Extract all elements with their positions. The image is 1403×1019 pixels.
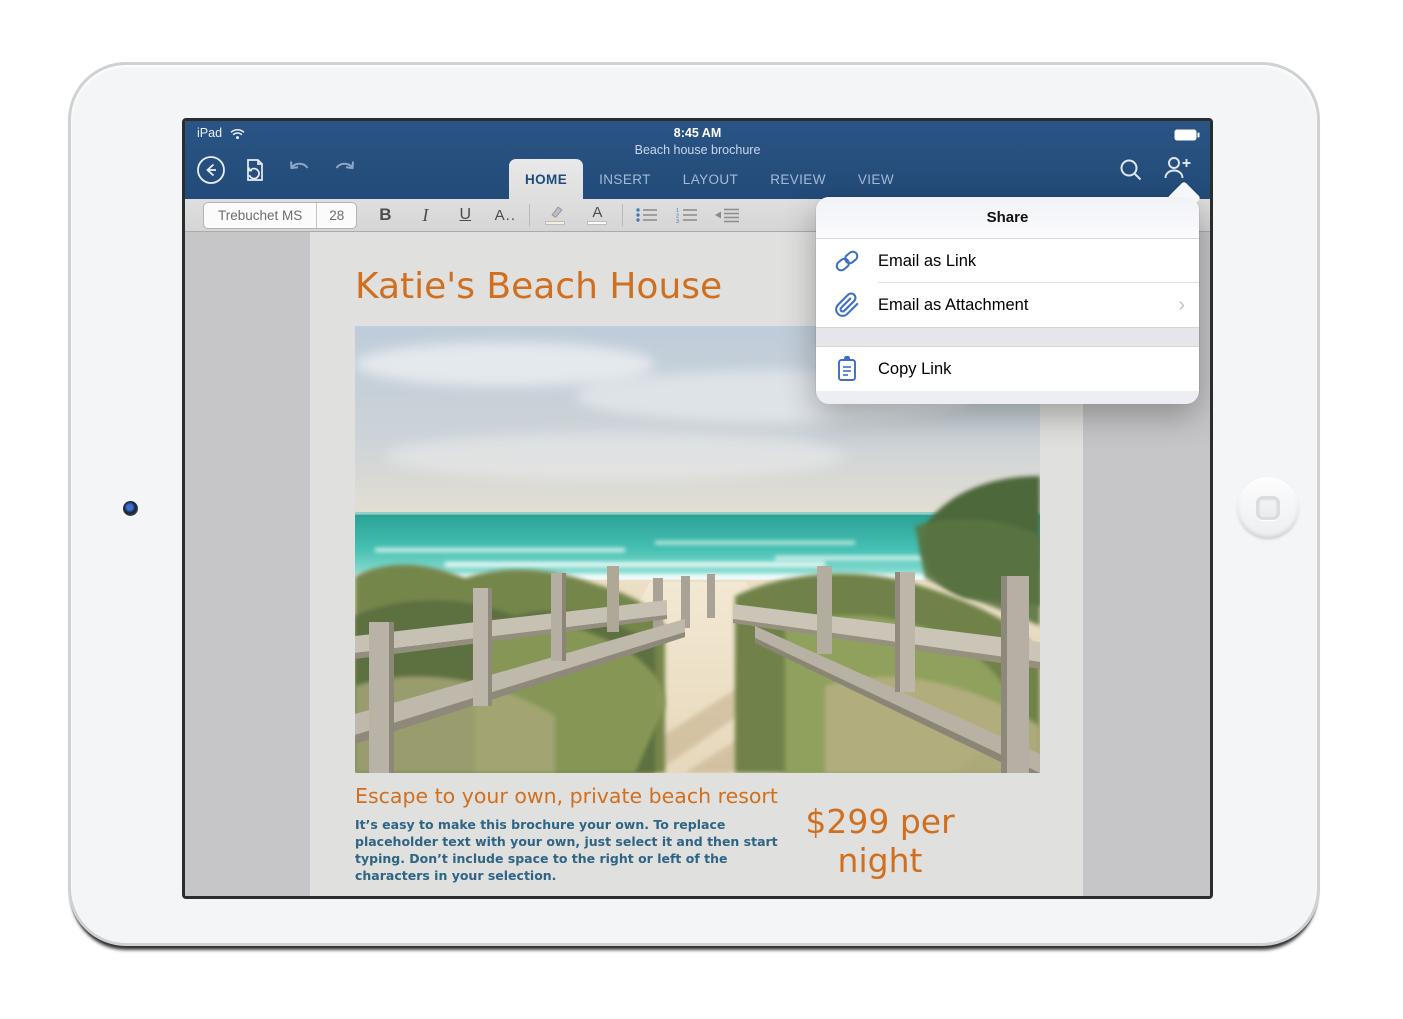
italic-button[interactable]: I (405, 202, 445, 229)
redo-button[interactable] (329, 154, 361, 186)
font-size-value[interactable]: 28 (316, 203, 356, 228)
clock: 8:45 AM (185, 126, 1210, 140)
tab-view[interactable]: VIEW (842, 159, 910, 199)
bullet-list-button[interactable] (627, 202, 667, 229)
tab-home[interactable]: HOME (509, 159, 583, 199)
font-picker[interactable]: Trebuchet MS 28 (203, 202, 357, 229)
tab-layout[interactable]: LAYOUT (667, 159, 754, 199)
highlighter-icon (545, 205, 565, 220)
share-popover: Share Email as Link Email as Attachment … (816, 197, 1199, 403)
highlight-color-swatch (545, 221, 565, 225)
menu-item-label: Email as Link (878, 252, 976, 271)
back-button[interactable] (195, 154, 227, 186)
svg-text:3: 3 (676, 219, 679, 224)
highlighter-button[interactable] (534, 202, 576, 229)
menu-item-label: Email as Attachment (878, 296, 1028, 315)
search-icon[interactable] (1115, 154, 1147, 186)
menu-item-email-as-attachment[interactable]: Email as Attachment › (816, 283, 1199, 327)
popover-footer (816, 391, 1199, 404)
tab-insert[interactable]: INSERT (583, 159, 667, 199)
tab-review[interactable]: REVIEW (754, 159, 842, 199)
toolbar-divider (622, 204, 623, 226)
link-icon (816, 248, 878, 274)
font-color-button[interactable]: A (576, 202, 618, 229)
bold-button[interactable]: B (365, 202, 405, 229)
paperclip-icon (816, 292, 878, 318)
numbered-list-button[interactable]: 123 (667, 202, 707, 229)
undo-button[interactable] (283, 154, 315, 186)
doc-subheading: Escape to your own, private beach resort (355, 784, 778, 808)
popover-group-spacer (816, 327, 1199, 347)
save-export-icon[interactable] (237, 154, 269, 186)
ribbon-tabs: HOME INSERT LAYOUT REVIEW VIEW (509, 157, 910, 199)
front-camera (123, 501, 138, 516)
share-popover-title: Share (816, 197, 1199, 239)
font-name-value[interactable]: Trebuchet MS (204, 203, 316, 228)
doc-heading: Katie's Beach House (355, 266, 722, 307)
screen: iPad 8:45 AM Beach house brochure (182, 118, 1213, 899)
share-add-person-icon[interactable] (1161, 152, 1193, 184)
menu-item-email-as-link[interactable]: Email as Link (816, 239, 1199, 283)
ipad-device: iPad 8:45 AM Beach house brochure (68, 62, 1320, 946)
toolbar-divider (529, 204, 530, 226)
menu-item-copy-link[interactable]: Copy Link (816, 347, 1199, 391)
doc-price: $299 per night (760, 802, 1000, 880)
font-color-letter: A (592, 206, 602, 220)
font-color-swatch (587, 221, 607, 225)
chevron-right-icon: › (1178, 294, 1185, 317)
navbar: iPad 8:45 AM Beach house brochure (185, 121, 1210, 199)
clipboard-icon (816, 356, 878, 383)
underline-button[interactable]: U (445, 202, 485, 229)
battery-icon (1174, 128, 1200, 146)
doc-body-text: It’s easy to make this brochure your own… (355, 816, 779, 885)
decrease-indent-button[interactable] (707, 202, 747, 229)
home-button-square-icon (1256, 496, 1280, 520)
home-button[interactable] (1237, 477, 1299, 539)
menu-item-label: Copy Link (878, 360, 951, 379)
more-formatting-button[interactable]: A.. (485, 202, 525, 229)
